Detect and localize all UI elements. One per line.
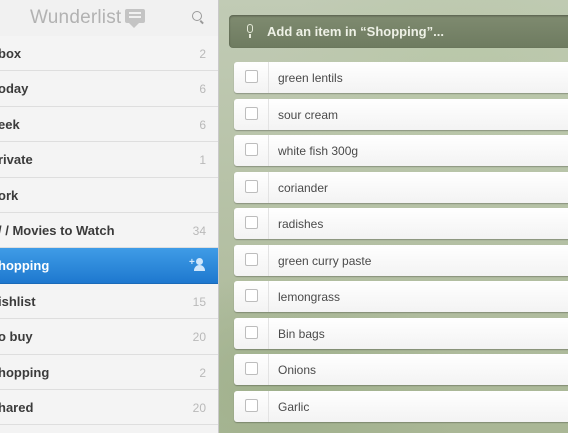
- share-user-icon[interactable]: +: [189, 258, 206, 272]
- list-item-count: 34: [192, 223, 206, 238]
- sidebar-list-item[interactable]: hared 20: [0, 389, 218, 426]
- task-text: radishes: [278, 217, 324, 231]
- checkbox-icon[interactable]: [245, 70, 258, 83]
- list-item-label: hopping: [0, 258, 50, 274]
- task-divider: [268, 354, 269, 385]
- list-item-label: eek: [0, 116, 20, 132]
- list-item-label: / / Movies to Watch: [0, 222, 115, 238]
- task-row[interactable]: radishes: [234, 208, 568, 239]
- checkbox-icon[interactable]: [245, 216, 258, 229]
- task-text: white fish 300g: [278, 144, 359, 158]
- sidebar-list-item[interactable]: oday 6: [0, 71, 218, 107]
- list-item-label: oday: [0, 81, 29, 97]
- checkbox-icon[interactable]: [245, 179, 258, 193]
- task-row[interactable]: white fish 300g: [234, 135, 568, 166]
- sidebar-list-item[interactable]: hopping +: [0, 248, 218, 284]
- microphone-icon[interactable]: [246, 24, 254, 38]
- sidebar-header: Wunderlist: [0, 0, 218, 37]
- list-item-label: rivate: [0, 152, 33, 168]
- list-item-count: 20: [192, 400, 206, 415]
- app-title: Wunderlist: [30, 7, 122, 28]
- list-item-label: hopping: [0, 364, 50, 380]
- task-text: green lentils: [278, 71, 343, 85]
- sidebar-list-item[interactable]: eek 6: [0, 106, 218, 143]
- list-item-count: 2: [199, 365, 206, 380]
- sidebar-list-item[interactable]: o buy 20: [0, 319, 218, 355]
- list-item-count: 15: [192, 294, 206, 309]
- sidebar-list-item[interactable]: ishlist 15: [0, 283, 218, 320]
- task-row[interactable]: green curry paste: [234, 244, 568, 276]
- checkbox-icon[interactable]: [245, 325, 258, 339]
- task-row[interactable]: Onions: [234, 354, 568, 385]
- list-item-label: o buy: [0, 329, 33, 345]
- task-divider: [268, 135, 269, 166]
- list-item-label: box: [0, 46, 22, 61]
- task-divider: [268, 281, 269, 312]
- task-row[interactable]: green lentils: [234, 62, 568, 93]
- task-divider: [268, 62, 269, 93]
- list-item-count: 20: [192, 330, 206, 345]
- list-item-label: hared: [0, 399, 34, 415]
- task-text: coriander: [278, 180, 329, 195]
- list-item-label: ishlist: [0, 293, 36, 309]
- list-item-count: 2: [199, 47, 206, 61]
- task-row[interactable]: coriander: [234, 171, 568, 203]
- checkbox-icon[interactable]: [245, 289, 258, 302]
- task-text: sour cream: [278, 107, 339, 122]
- task-divider: [268, 317, 269, 349]
- sidebar-list-item[interactable]: box 2: [0, 36, 218, 72]
- task-divider: [268, 171, 269, 203]
- list-item-count: 6: [199, 82, 206, 97]
- task-divider: [268, 208, 269, 239]
- task-row[interactable]: Bin bags: [234, 317, 568, 349]
- task-text: Onions: [278, 363, 317, 377]
- list-item-count: 1: [199, 153, 206, 168]
- search-icon[interactable]: [192, 11, 202, 21]
- sidebar-list-item[interactable]: rivate 1: [0, 142, 218, 178]
- task-row[interactable]: sour cream: [234, 98, 568, 130]
- task-row[interactable]: Garlic: [234, 390, 568, 422]
- sidebar-list-item[interactable]: ork: [0, 177, 218, 213]
- message-bubble-icon[interactable]: [125, 9, 145, 28]
- list-items: box 2 oday 6 eek 6 rivate 1 ork / / Movies to Wat…: [0, 36, 218, 426]
- task-text: lemongrass: [278, 290, 341, 304]
- task-list: green lentils sour cream white fish 300g co…: [234, 62, 568, 427]
- add-item-bar[interactable]: [229, 15, 568, 48]
- list-item-count: 6: [199, 117, 206, 132]
- main-panel: green lentils sour cream white fish 300g co…: [219, 0, 568, 433]
- task-text: green curry paste: [278, 253, 372, 268]
- task-text: Bin bags: [278, 326, 325, 341]
- task-divider: [268, 244, 269, 276]
- checkbox-icon[interactable]: [245, 106, 258, 120]
- task-row[interactable]: lemongrass: [234, 281, 568, 312]
- sidebar-list-item[interactable]: hopping 2: [0, 354, 218, 390]
- checkbox-icon[interactable]: [245, 398, 258, 412]
- checkbox-icon[interactable]: [245, 143, 258, 156]
- sidebar: Wunderlist box 2 oday 6 eek 6 rivate 1 ork / / Mo…: [0, 0, 219, 433]
- sidebar-list-item[interactable]: / / Movies to Watch 34: [0, 212, 218, 249]
- add-item-input[interactable]: [267, 24, 557, 39]
- task-divider: [268, 98, 269, 130]
- checkbox-icon[interactable]: [245, 252, 258, 266]
- list-item-label: ork: [0, 187, 19, 203]
- checkbox-icon[interactable]: [245, 362, 258, 375]
- task-text: Garlic: [278, 399, 310, 414]
- task-divider: [268, 390, 269, 422]
